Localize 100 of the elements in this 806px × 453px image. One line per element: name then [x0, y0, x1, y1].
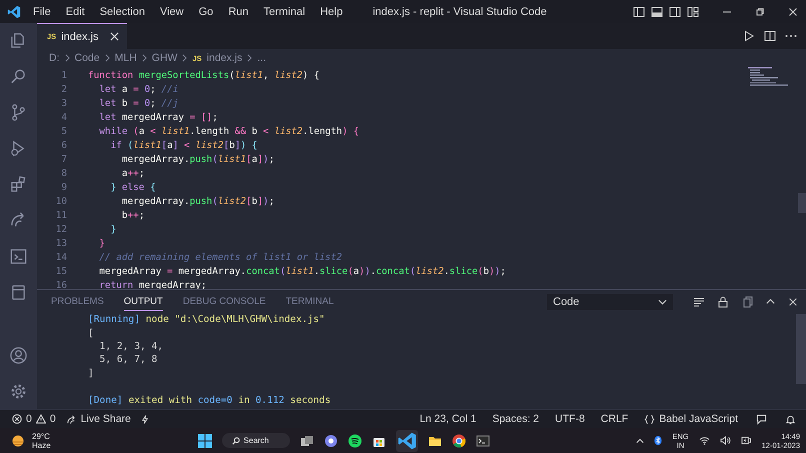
terminal-icon[interactable]	[9, 247, 28, 266]
menu-item[interactable]: View	[160, 6, 184, 18]
code-line: if (list1[a] < list2[b]) {	[110, 140, 258, 150]
code-editor-app-icon[interactable]	[396, 430, 418, 452]
line-ending[interactable]: CRLF	[600, 413, 628, 425]
menu-item[interactable]: Terminal	[264, 6, 306, 18]
account-icon[interactable]	[9, 346, 28, 365]
cursor-position[interactable]: Ln 23, Col 1	[420, 413, 476, 425]
warning-count[interactable]: 0	[50, 413, 56, 425]
line-number: 11	[54, 210, 67, 220]
start-button-icon[interactable]	[198, 434, 212, 448]
task-view-icon[interactable]	[300, 434, 314, 448]
output-channel-dropdown[interactable]: Code	[547, 294, 673, 310]
taskbar-search-button[interactable]: Search	[222, 433, 290, 448]
close-icon[interactable]	[788, 296, 798, 306]
breadcrumb-item[interactable]: D:	[49, 52, 60, 64]
output-line: [Done] exited with code=0 in 0.112 seconds	[88, 394, 331, 406]
error-count[interactable]: 0	[26, 413, 32, 425]
music-app-icon[interactable]	[348, 434, 362, 448]
list-filter-icon[interactable]	[693, 296, 705, 308]
panel-tab[interactable]: PROBLEMS	[51, 293, 104, 310]
code-line: let b = 0; //j	[98, 98, 178, 108]
source-control-icon[interactable]	[9, 103, 28, 122]
scrollbar-thumb[interactable]	[798, 193, 806, 213]
panel-toggle-icon[interactable]	[651, 6, 663, 18]
minimap-drawing	[748, 67, 788, 87]
warning-icon[interactable]	[36, 414, 46, 424]
more-icon[interactable]	[785, 34, 797, 38]
feedback-icon[interactable]	[756, 414, 767, 424]
code-line: }	[110, 224, 116, 234]
breadcrumb-item[interactable]: index.js	[206, 52, 242, 64]
panel-tab[interactable]: DEBUG CONSOLE	[182, 293, 266, 310]
notebook-icon[interactable]	[9, 283, 28, 302]
extensions-icon[interactable]	[9, 175, 28, 194]
panel-tab[interactable]: TERMINAL	[286, 293, 334, 310]
wifi-icon[interactable]	[698, 436, 710, 445]
chevron-right-icon	[142, 54, 147, 62]
menu-item[interactable]: Selection	[100, 6, 145, 18]
menu-item[interactable]: Help	[320, 6, 343, 18]
split-layout-icon[interactable]	[669, 6, 681, 18]
menu-item[interactable]: File	[33, 6, 51, 18]
close-icon[interactable]	[788, 6, 798, 16]
tab-label: index.js	[61, 30, 100, 42]
chevron-down-icon	[658, 298, 667, 304]
lock-icon[interactable]	[717, 296, 729, 308]
breadcrumb-item[interactable]: Code	[74, 52, 100, 64]
code-line: a++;	[120, 168, 144, 178]
chevron-up-icon[interactable]	[636, 436, 644, 444]
breadcrumb-item[interactable]: MLH	[114, 52, 137, 64]
line-number: 5	[60, 126, 67, 136]
search-icon[interactable]	[9, 67, 28, 86]
error-icon[interactable]	[12, 414, 22, 424]
run-icon[interactable]	[743, 30, 755, 42]
braces-icon[interactable]	[644, 414, 656, 424]
chat-bubble-icon[interactable]	[324, 434, 338, 448]
output-line: 1, 2, 3, 4,	[98, 340, 164, 352]
copy-icon[interactable]	[741, 296, 753, 308]
volume-icon[interactable]	[720, 436, 731, 445]
menu-item[interactable]: Edit	[66, 6, 85, 18]
browser-icon[interactable]	[452, 434, 466, 448]
close-icon[interactable]	[110, 32, 119, 41]
output-line: [Running] node "d:\Code\MLH\GHW\index.js"	[88, 314, 325, 326]
indentation[interactable]: Spaces: 2	[492, 413, 540, 425]
encoding[interactable]: UTF-8	[555, 413, 585, 425]
menu-item[interactable]: Run	[228, 6, 248, 18]
settings-icon[interactable]	[9, 382, 28, 401]
line-number: 16	[54, 280, 67, 289]
search-icon	[232, 436, 240, 444]
menu-item[interactable]: Go	[198, 6, 214, 18]
line-number: 10	[54, 196, 67, 206]
code-line: while (a < list1.length && b < list2.length) {	[98, 126, 360, 136]
temperature-label: 29°C	[32, 432, 51, 440]
line-number: 4	[60, 112, 67, 122]
line-number: 3	[60, 98, 67, 108]
vscode-logo-icon	[7, 4, 21, 18]
bell-icon[interactable]	[785, 414, 796, 424]
live-share-button[interactable]: Live Share	[80, 413, 131, 425]
line-number: 8	[60, 168, 67, 178]
scrollbar-thumb[interactable]	[796, 314, 806, 384]
sidebar-toggle-icon[interactable]	[633, 6, 645, 18]
weather-sun-icon[interactable]	[10, 432, 26, 448]
breadcrumb-item[interactable]: GHW	[152, 52, 178, 64]
battery-icon[interactable]	[740, 436, 752, 445]
panel-tab[interactable]: OUTPUT	[124, 292, 163, 310]
layout-grid-icon[interactable]	[687, 6, 699, 18]
output-line: 5, 6, 7, 8	[98, 354, 158, 366]
line-number: 13	[54, 238, 67, 248]
chevron-right-icon	[64, 54, 70, 62]
lightning-icon[interactable]	[140, 414, 149, 424]
breadcrumb-item[interactable]: ...	[257, 52, 266, 64]
code-line: b++;	[120, 210, 144, 220]
line-number: 9	[60, 182, 67, 192]
restore-icon[interactable]	[755, 6, 765, 16]
bluetooth-icon[interactable]	[654, 435, 662, 446]
line-number: 1	[60, 70, 67, 80]
language-mode[interactable]: Babel JavaScript	[659, 413, 738, 425]
split-editor-icon[interactable]	[764, 30, 776, 42]
code-line: mergedArray.push(list1[a]);	[120, 154, 274, 164]
terminal-app-icon[interactable]	[476, 434, 490, 448]
live-share-icon[interactable]	[66, 414, 77, 424]
